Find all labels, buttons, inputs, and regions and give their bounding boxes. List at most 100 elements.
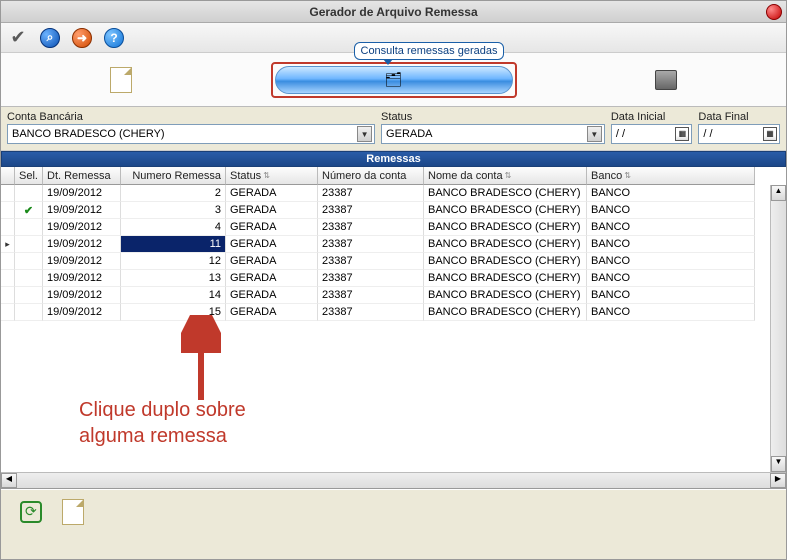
row-sel[interactable] (15, 185, 43, 202)
row-marker (1, 304, 15, 321)
col-status[interactable]: Status⇅ (226, 167, 318, 185)
col-sel[interactable]: Sel. (15, 167, 43, 185)
row-marker (1, 236, 15, 253)
new-remessa-button[interactable] (110, 69, 132, 91)
col-marker (1, 167, 15, 185)
grid-header: Sel. Dt. Remessa Numero Remessa Status⇅ … (1, 167, 786, 185)
data-final-label: Data Final (698, 111, 780, 123)
col-numero-conta[interactable]: Número da conta (318, 167, 424, 185)
row-banco: BANCO (587, 236, 755, 253)
table-row[interactable]: 19/09/20124GERADA23387BANCO BRADESCO (CH… (1, 219, 786, 236)
scroll-track[interactable] (17, 473, 770, 488)
row-sel[interactable]: ✔ (15, 202, 43, 219)
forward-icon: ➜ (72, 28, 92, 48)
export-button[interactable] (61, 500, 85, 524)
table-row[interactable]: 19/09/201215GERADA23387BANCO BRADESCO (C… (1, 304, 786, 321)
sort-icon: ⇅ (263, 171, 270, 180)
col-dt-remessa[interactable]: Dt. Remessa (43, 167, 121, 185)
confirm-button[interactable]: ✔ (7, 27, 29, 49)
conta-bancaria-value: BANCO BRADESCO (CHERY) (12, 128, 165, 140)
printer-icon (655, 70, 677, 90)
row-numconta: 23387 (318, 270, 424, 287)
row-num: 4 (121, 219, 226, 236)
table-row[interactable]: ✔19/09/20123GERADA23387BANCO BRADESCO (C… (1, 202, 786, 219)
row-nome: BANCO BRADESCO (CHERY) (424, 202, 587, 219)
print-button[interactable] (655, 69, 677, 91)
scroll-left-button[interactable]: ◀ (1, 473, 17, 488)
table-row[interactable]: 19/09/201214GERADA23387BANCO BRADESCO (C… (1, 287, 786, 304)
titlebar: Gerador de Arquivo Remessa (1, 1, 786, 23)
row-numconta: 23387 (318, 202, 424, 219)
chevron-down-icon: ▼ (357, 126, 372, 142)
row-num: 13 (121, 270, 226, 287)
row-nome: BANCO BRADESCO (CHERY) (424, 185, 587, 202)
help-button[interactable]: ? (103, 27, 125, 49)
data-inicial-input[interactable]: / / ▦ (611, 124, 693, 144)
row-dt: 19/09/2012 (43, 287, 121, 304)
row-marker (1, 202, 15, 219)
horizontal-scrollbar[interactable]: ◀ ▶ (1, 472, 786, 488)
row-marker (1, 270, 15, 287)
row-sel[interactable] (15, 253, 43, 270)
row-num: 15 (121, 304, 226, 321)
consulta-remessas-button[interactable]: 🗂 (271, 62, 517, 98)
close-button[interactable] (766, 4, 782, 20)
row-numconta: 23387 (318, 219, 424, 236)
conta-bancaria-label: Conta Bancária (7, 111, 375, 123)
tooltip-consulta: Consulta remessas geradas (354, 42, 505, 60)
row-banco: BANCO (587, 202, 755, 219)
scroll-down-button[interactable]: ▼ (771, 456, 786, 472)
forward-button[interactable]: ➜ (71, 27, 93, 49)
row-banco: BANCO (587, 219, 755, 236)
table-row[interactable]: 19/09/201211GERADA23387BANCO BRADESCO (C… (1, 236, 786, 253)
folder-icon: 🗂 (385, 71, 403, 88)
row-marker (1, 185, 15, 202)
row-numconta: 23387 (318, 304, 424, 321)
scroll-right-button[interactable]: ▶ (770, 473, 786, 488)
row-num: 14 (121, 287, 226, 304)
search-button[interactable]: ⌕ (39, 27, 61, 49)
row-nome: BANCO BRADESCO (CHERY) (424, 287, 587, 304)
row-banco: BANCO (587, 304, 755, 321)
table-row[interactable]: 19/09/201213GERADA23387BANCO BRADESCO (C… (1, 270, 786, 287)
row-sel[interactable] (15, 287, 43, 304)
row-sel[interactable] (15, 270, 43, 287)
row-sel[interactable] (15, 304, 43, 321)
status-label: Status (381, 111, 605, 123)
col-banco[interactable]: Banco⇅ (587, 167, 755, 185)
filter-row: Conta Bancária BANCO BRADESCO (CHERY) ▼ … (1, 107, 786, 151)
status-select[interactable]: GERADA ▼ (381, 124, 605, 144)
row-sel[interactable] (15, 219, 43, 236)
annotation-arrow (181, 315, 221, 405)
row-dt: 19/09/2012 (43, 304, 121, 321)
row-status: GERADA (226, 287, 318, 304)
conta-bancaria-select[interactable]: BANCO BRADESCO (CHERY) ▼ (7, 124, 375, 144)
data-inicial-label: Data Inicial (611, 111, 693, 123)
sort-icon: ⇅ (624, 171, 631, 180)
row-num: 2 (121, 185, 226, 202)
row-dt: 19/09/2012 (43, 270, 121, 287)
document-icon (110, 67, 132, 93)
refresh-button[interactable] (19, 500, 43, 524)
row-banco: BANCO (587, 185, 755, 202)
table-row[interactable]: 19/09/20122GERADA23387BANCO BRADESCO (CH… (1, 185, 786, 202)
row-marker (1, 287, 15, 304)
row-nome: BANCO BRADESCO (CHERY) (424, 270, 587, 287)
col-nome-conta[interactable]: Nome da conta⇅ (424, 167, 587, 185)
table-row[interactable]: 19/09/201212GERADA23387BANCO BRADESCO (C… (1, 253, 786, 270)
row-marker (1, 253, 15, 270)
status-value: GERADA (386, 128, 432, 140)
data-final-value: / / (703, 128, 712, 140)
grid-body[interactable]: 19/09/20122GERADA23387BANCO BRADESCO (CH… (1, 185, 786, 472)
grid-title: Remessas (1, 151, 786, 167)
row-status: GERADA (226, 270, 318, 287)
row-numconta: 23387 (318, 287, 424, 304)
vertical-scrollbar[interactable]: ▲ ▼ (770, 185, 786, 472)
row-sel[interactable] (15, 236, 43, 253)
row-dt: 19/09/2012 (43, 219, 121, 236)
sort-icon: ⇅ (505, 171, 512, 180)
scroll-up-button[interactable]: ▲ (771, 185, 786, 201)
scroll-track[interactable] (771, 201, 786, 456)
data-final-input[interactable]: / / ▦ (698, 124, 780, 144)
col-numero-remessa[interactable]: Numero Remessa (121, 167, 226, 185)
